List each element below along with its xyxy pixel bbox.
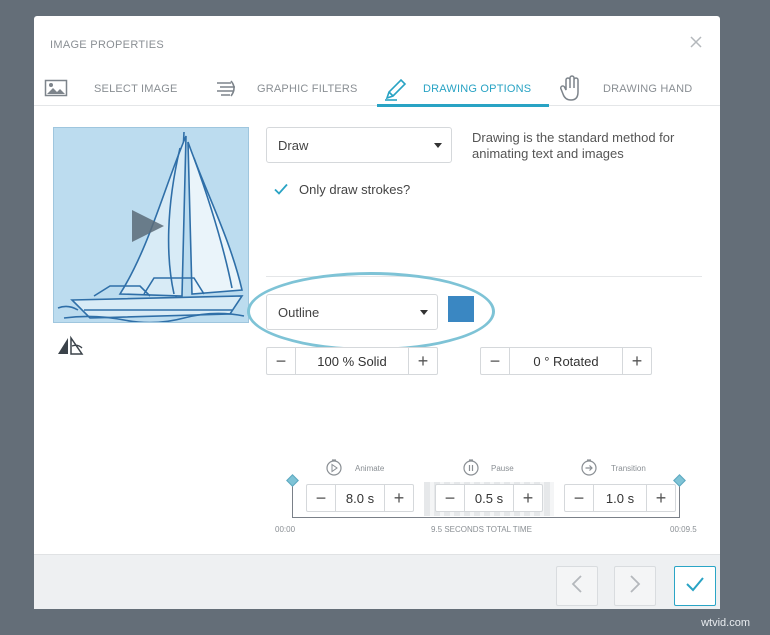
opacity-stepper: − 100 % Solid +	[266, 347, 438, 375]
active-tab-underline	[377, 104, 549, 107]
only-draw-strokes-checkbox[interactable]: Only draw strokes?	[273, 181, 410, 197]
tab-bar: SELECT IMAGE GRAPHIC FILTERS DRAWING OPT…	[34, 74, 720, 107]
timeline-start-time: 00:00	[275, 525, 296, 534]
animate-stepper: − 8.0 s +	[306, 484, 414, 512]
increase-button[interactable]: +	[385, 485, 413, 511]
timeline-total-time: 9.5 SECONDS TOTAL TIME	[431, 525, 532, 534]
flip-horizontal-icon[interactable]	[56, 334, 86, 361]
decrease-button[interactable]: −	[436, 485, 464, 511]
transition-value[interactable]: 1.0 s	[593, 485, 647, 511]
tab-graphic-filters[interactable]: GRAPHIC FILTERS	[212, 74, 362, 106]
draw-mode-select[interactable]: Draw	[266, 127, 452, 163]
increase-button[interactable]: +	[647, 485, 675, 511]
chevron-down-icon	[434, 143, 442, 148]
rotation-value[interactable]: 0 ° Rotated	[509, 348, 623, 374]
tab-select-image[interactable]: SELECT IMAGE	[42, 74, 202, 106]
play-circle-icon	[325, 458, 343, 481]
tab-drawing-options[interactable]: DRAWING OPTIONS	[377, 74, 549, 107]
only-draw-strokes-label: Only draw strokes?	[299, 181, 411, 197]
transition-circle-icon	[580, 458, 598, 481]
timeline-end-time: 00:09.5	[670, 525, 697, 534]
transition-stepper: − 1.0 s +	[564, 484, 676, 512]
check-icon	[685, 576, 705, 597]
animate-value[interactable]: 8.0 s	[335, 485, 385, 511]
decrease-button[interactable]: −	[565, 485, 593, 511]
pause-value[interactable]: 0.5 s	[464, 485, 514, 511]
filter-icon	[214, 78, 240, 101]
chevron-left-icon	[570, 574, 584, 599]
pause-label: Pause	[491, 464, 514, 473]
chevron-right-icon	[628, 574, 642, 599]
tab-drawing-hand[interactable]: DRAWING HAND	[556, 74, 716, 106]
decrease-button[interactable]: −	[267, 348, 295, 374]
animate-label: Animate	[355, 464, 385, 473]
watermark: wtvid.com	[701, 617, 750, 629]
rotation-stepper: − 0 ° Rotated +	[480, 347, 652, 375]
increase-button[interactable]: +	[409, 348, 437, 374]
tab-label: DRAWING HAND	[603, 83, 693, 95]
decrease-button[interactable]: −	[481, 348, 509, 374]
pause-stepper: − 0.5 s +	[435, 484, 543, 512]
transition-label: Transition	[611, 464, 646, 473]
hand-icon	[558, 75, 584, 106]
previous-button[interactable]	[556, 566, 598, 606]
dialog-title: IMAGE PROPERTIES	[50, 39, 165, 51]
increase-button[interactable]: +	[514, 485, 542, 511]
checkmark-icon	[273, 181, 289, 197]
image-preview[interactable]	[53, 127, 249, 323]
image-icon	[44, 78, 68, 101]
draw-mode-value: Draw	[278, 138, 309, 153]
tab-label: SELECT IMAGE	[94, 83, 178, 95]
tab-label: DRAWING OPTIONS	[423, 83, 532, 95]
decrease-button[interactable]: −	[307, 485, 335, 511]
next-button[interactable]	[614, 566, 656, 606]
highlight-ellipse	[247, 272, 495, 351]
image-properties-dialog: IMAGE PROPERTIES SELECT IMAGE GRAPHIC FI…	[34, 16, 720, 609]
opacity-value[interactable]: 100 % Solid	[295, 348, 409, 374]
pause-circle-icon	[462, 458, 480, 481]
pencil-icon	[383, 78, 409, 105]
close-icon[interactable]	[688, 34, 704, 50]
increase-button[interactable]: +	[623, 348, 651, 374]
dialog-footer	[34, 554, 720, 609]
draw-mode-description: Drawing is the standard method for anima…	[472, 130, 675, 161]
tab-label: GRAPHIC FILTERS	[257, 83, 358, 95]
confirm-button[interactable]	[674, 566, 716, 606]
